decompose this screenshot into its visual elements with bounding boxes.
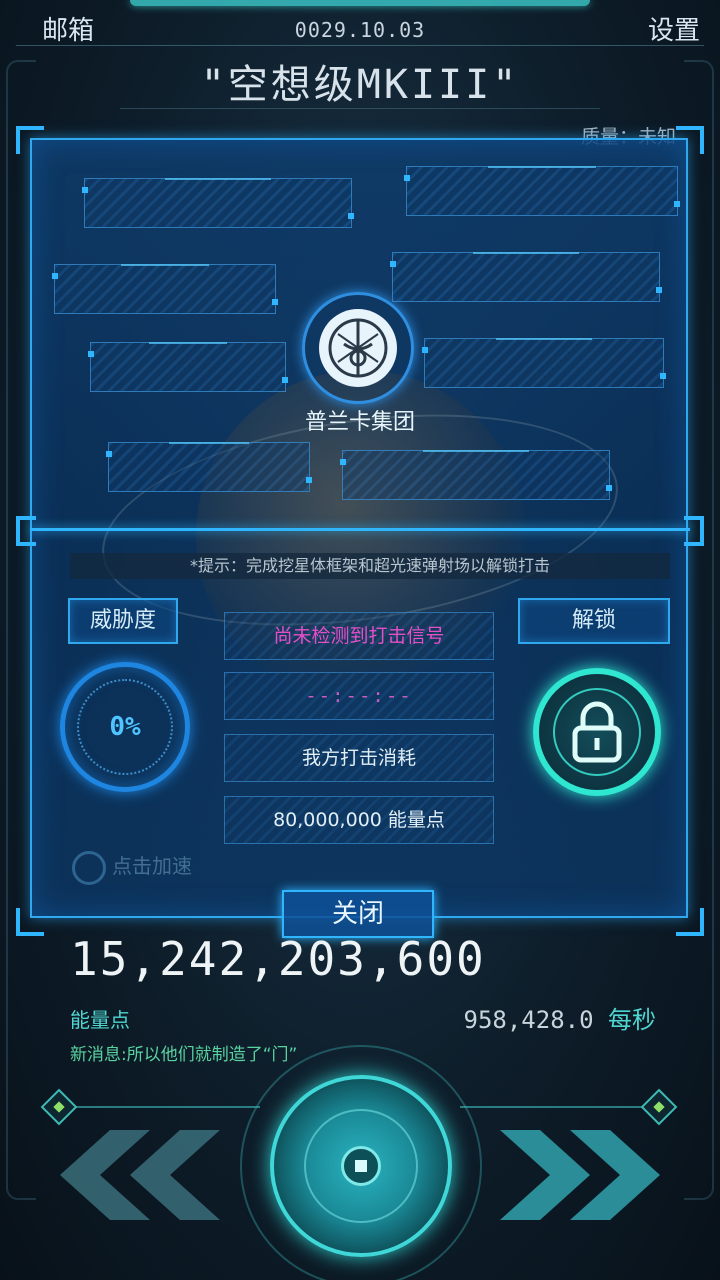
- module-slot[interactable]: [88, 342, 288, 392]
- module-slot[interactable]: [340, 450, 612, 500]
- bottom-line-left: [60, 1106, 260, 1108]
- diamond-marker-right: [640, 1088, 678, 1126]
- top-bar: 邮箱 0029.10.03 设置: [0, 0, 720, 52]
- divider-bracket-left: [16, 516, 36, 546]
- diamond-marker-left: [40, 1088, 78, 1126]
- news-ticker[interactable]: 新消息:所以他们就制造了“门”: [70, 1040, 297, 1065]
- module-slot[interactable]: [404, 166, 680, 216]
- modal-corner-bl: [16, 908, 44, 936]
- center-square-icon: [341, 1146, 381, 1186]
- modal-corner-br: [676, 908, 704, 936]
- energy-total: 15,242,203,600: [70, 932, 486, 986]
- module-slot[interactable]: [106, 442, 312, 492]
- energy-rate: 958,428.0 每秒: [464, 1000, 657, 1035]
- strike-timer: --:--:--: [224, 672, 494, 720]
- divider-bracket-right: [684, 516, 704, 546]
- game-date: 0029.10.03: [294, 18, 426, 42]
- accelerate-label: 点击加速: [112, 854, 192, 878]
- modal-corner-tr: [676, 126, 704, 154]
- threat-value: 0%: [109, 712, 141, 742]
- close-button[interactable]: 关闭: [282, 890, 434, 938]
- game-screen: 邮箱 0029.10.03 设置 "空想级MKIII" 质量：未知 普兰卡集团 …: [0, 0, 720, 1280]
- accelerate-icon: [72, 850, 106, 885]
- modal-corner-tl: [16, 126, 44, 154]
- module-slot[interactable]: [422, 338, 666, 388]
- title-divider: [120, 108, 600, 109]
- faction-emblem: [302, 292, 414, 404]
- top-divider: [16, 45, 704, 46]
- cost-label: 我方打击消耗: [224, 734, 494, 782]
- threat-label: 威胁度: [68, 598, 178, 644]
- faction-name: 普兰卡集团: [304, 410, 415, 435]
- main-action-button[interactable]: [270, 1075, 452, 1257]
- top-glow: [130, 0, 590, 6]
- hint-text: *提示：完成挖星体框架和超光速弹射场以解锁打击: [70, 553, 670, 579]
- energy-rate-value: 958,428.0: [463, 1006, 594, 1034]
- bottom-line-right: [460, 1106, 660, 1108]
- module-slot[interactable]: [52, 264, 278, 314]
- double-chevron-left-icon[interactable]: [60, 1130, 230, 1220]
- module-slot[interactable]: [390, 252, 662, 302]
- modal-divider: [30, 528, 690, 531]
- unlock-label: 解锁: [518, 598, 670, 644]
- module-slot[interactable]: [82, 178, 354, 228]
- faction-emblem-icon: [328, 318, 388, 378]
- energy-label: 能量点: [70, 1008, 130, 1032]
- cost-value: 80,000,000 能量点: [224, 796, 494, 844]
- double-chevron-right-icon[interactable]: [490, 1130, 660, 1220]
- unlock-button[interactable]: [533, 668, 661, 796]
- padlock-icon: [572, 701, 622, 763]
- right-frame: [684, 60, 714, 1200]
- settings-button[interactable]: 设置: [648, 10, 700, 47]
- signal-status: 尚未检测到打击信号: [224, 612, 494, 660]
- ship-name: "空想级MKIII": [200, 62, 520, 108]
- energy-rate-unit: 每秒: [608, 1006, 656, 1034]
- accelerate-button[interactable]: 点击加速: [72, 850, 192, 885]
